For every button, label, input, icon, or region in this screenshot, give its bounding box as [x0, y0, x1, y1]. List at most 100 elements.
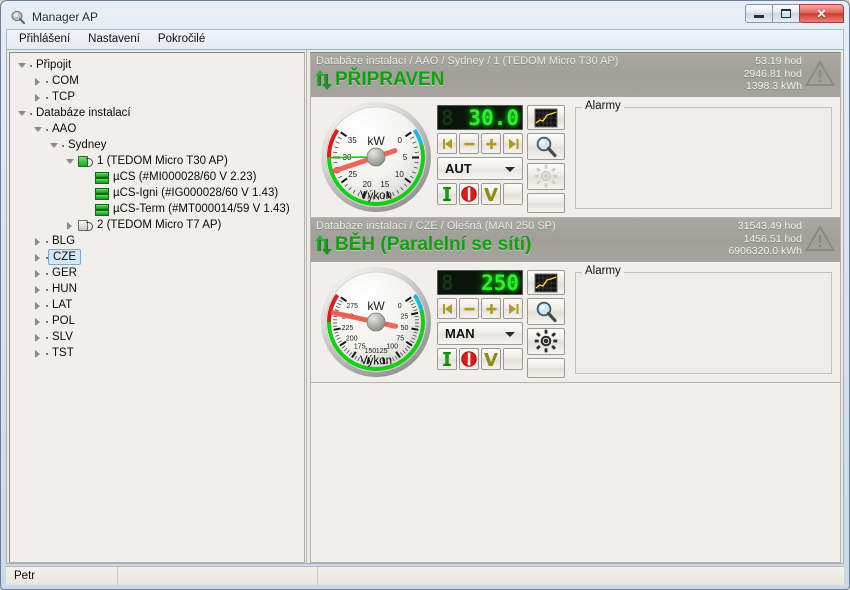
tree-node[interactable]: TCP	[16, 89, 304, 105]
blank-action-button[interactable]	[503, 183, 523, 205]
chart-button[interactable]	[527, 105, 565, 131]
tree-node[interactable]: µCS (#MI000028/60 V 2.23)	[16, 169, 304, 185]
start-button[interactable]	[437, 183, 457, 205]
tree-node[interactable]: HUN	[16, 281, 304, 297]
plug-icon	[77, 154, 94, 168]
alarms-group[interactable]: Alarmy	[575, 265, 832, 374]
svg-text:5: 5	[403, 153, 408, 162]
mode-dropdown[interactable]: MAN	[437, 322, 523, 345]
tree-leaf-spacer	[80, 171, 93, 184]
tree-node[interactable]: GER	[16, 265, 304, 281]
tree-node[interactable]: AAO	[16, 121, 304, 137]
first-button[interactable]	[437, 298, 457, 319]
power-gauge: 0255075100125150175200225250275kWVýkon	[315, 266, 437, 378]
tree-node[interactable]: 2 (TEDOM Micro T7 AP)	[16, 217, 304, 233]
blank-side-button[interactable]	[527, 192, 565, 213]
svg-text:150: 150	[364, 348, 376, 355]
tree-node[interactable]: TST	[16, 345, 304, 361]
menu-item-nastaveni[interactable]: Nastavení	[79, 31, 149, 48]
settings-button	[527, 162, 565, 190]
warning-triangle-icon[interactable]	[804, 225, 836, 252]
tree-bullet-icon	[29, 59, 34, 72]
tree-bullet-icon	[45, 299, 50, 312]
tree-expander-icon[interactable]	[64, 155, 77, 168]
counter-service-hours: 1456.51 hod	[743, 232, 802, 245]
warning-triangle-icon[interactable]	[804, 60, 836, 87]
tree-node[interactable]: POL	[16, 313, 304, 329]
start-button[interactable]	[437, 348, 457, 370]
tree-expander-icon[interactable]	[32, 315, 45, 328]
settings-button[interactable]	[527, 327, 565, 355]
tree-expander-icon[interactable]	[32, 91, 45, 104]
tree-expander-icon[interactable]	[32, 235, 45, 248]
tree-node[interactable]: µCS-Igni (#IG000028/60 V 1.43)	[16, 185, 304, 201]
unit-list: Databáze instalací / AAO / Sydney / 1 (T…	[311, 53, 840, 383]
tree-bullet-icon	[45, 267, 50, 280]
stop-button[interactable]	[459, 183, 479, 205]
tree-bullet-icon	[61, 139, 66, 152]
minimize-button[interactable]	[745, 4, 773, 23]
chart-button[interactable]	[527, 270, 565, 296]
tree-node[interactable]: Připojit	[16, 57, 304, 73]
plug-icon	[77, 218, 94, 232]
unit-panel: Databáze instalací / CZE / Olešná (MAN 2…	[311, 218, 840, 383]
tree-node-label: HUN	[52, 283, 77, 295]
tree-expander-icon[interactable]	[32, 283, 45, 296]
tree-expander-icon[interactable]	[16, 59, 29, 72]
tree-expander-icon[interactable]	[32, 299, 45, 312]
tree-expander-icon[interactable]	[32, 251, 45, 264]
tree-expander-icon[interactable]	[32, 75, 45, 88]
counter-total-hours: 53.19 hod	[755, 55, 802, 67]
client-area: Připojit COM TCP Databáze instalací AAO Sydne…	[6, 50, 844, 564]
tree-expander-icon[interactable]	[32, 123, 45, 136]
unit-action-buttons	[437, 348, 523, 370]
maximize-button[interactable]	[772, 4, 800, 23]
decrease-button[interactable]	[459, 298, 479, 319]
tree-expander-icon[interactable]	[48, 139, 61, 152]
unit-state-text: BĚH (Paralelní se sítí)	[335, 234, 532, 255]
tree-expander-icon[interactable]	[32, 331, 45, 344]
tree-expander-icon[interactable]	[32, 347, 45, 360]
first-button[interactable]	[437, 133, 457, 154]
svg-text:50: 50	[401, 325, 409, 332]
increase-button[interactable]	[481, 133, 501, 154]
svg-text:25: 25	[400, 313, 408, 320]
close-button[interactable]: ✕	[799, 4, 844, 23]
mode-dropdown[interactable]: AUT	[437, 157, 523, 180]
tree-node[interactable]: Databáze instalací	[16, 105, 304, 121]
tree-expander-icon[interactable]	[32, 267, 45, 280]
blank-action-button[interactable]	[503, 348, 523, 370]
tree-expander-icon[interactable]	[16, 107, 29, 120]
last-button[interactable]	[503, 133, 523, 154]
alarms-group[interactable]: Alarmy	[575, 100, 832, 209]
alarms-caption: Alarmy	[582, 265, 624, 277]
last-button[interactable]	[503, 298, 523, 319]
unit-body: 0 5 10 15 20 25 30 35 kW Výkon 8 30.0 AUT Alarmy	[311, 97, 840, 217]
increase-button[interactable]	[481, 298, 501, 319]
tree-node[interactable]: SLV	[16, 329, 304, 345]
tree-node[interactable]: Sydney	[16, 137, 304, 153]
decrease-button[interactable]	[459, 133, 479, 154]
tree-node[interactable]: µCS-Term (#MT000014/59 V 1.43)	[16, 201, 304, 217]
menu-item-prihlaseni[interactable]: Přihlášení	[10, 31, 79, 48]
tree-node[interactable]: CZE	[16, 249, 304, 265]
unit-state-text: PŘIPRAVEN	[335, 69, 445, 90]
stop-button[interactable]	[459, 348, 479, 370]
tree-node[interactable]: LAT	[16, 297, 304, 313]
confirm-button[interactable]	[481, 348, 501, 370]
inspect-button[interactable]	[527, 133, 565, 160]
tree-node[interactable]: BLG	[16, 233, 304, 249]
gauge-unit-label: kW	[367, 299, 385, 313]
installation-tree-pane[interactable]: Připojit COM TCP Databáze instalací AAO Sydne…	[9, 52, 305, 563]
inspect-button[interactable]	[527, 298, 565, 325]
tree-node[interactable]: 1 (TEDOM Micro T30 AP)	[16, 153, 304, 169]
confirm-button[interactable]	[481, 183, 501, 205]
blank-side-button[interactable]	[527, 357, 565, 378]
tree-expander-icon[interactable]	[64, 219, 77, 232]
unit-controls-left: 8 250 MAN	[437, 270, 523, 378]
tree-node-label: CZE	[48, 249, 81, 265]
menu-item-pokrocile[interactable]: Pokročilé	[149, 31, 214, 48]
unit-header: Databáze instalací / CZE / Olešná (MAN 2…	[311, 218, 840, 262]
counter-energy: 6906320.0 kWh	[728, 245, 802, 258]
tree-node[interactable]: COM	[16, 73, 304, 89]
